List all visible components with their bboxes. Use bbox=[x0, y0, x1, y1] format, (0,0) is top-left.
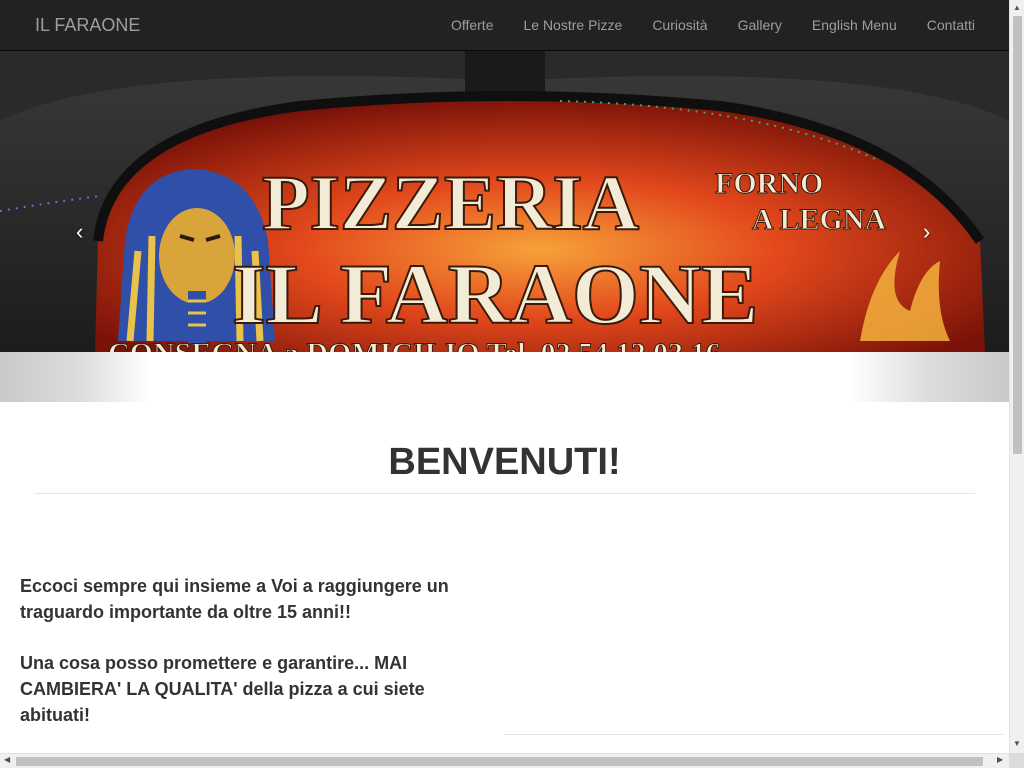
page-title: BENVENUTI! bbox=[388, 441, 621, 483]
vertical-scroll-thumb[interactable] bbox=[1013, 16, 1022, 454]
vertical-scrollbar[interactable]: ▲ ▼ bbox=[1009, 0, 1024, 753]
svg-text:A LEGNA: A LEGNA bbox=[752, 203, 887, 236]
nav-menu: Offerte Le Nostre Pizze Curiosità Galler… bbox=[421, 0, 975, 50]
svg-text:FORNO: FORNO bbox=[715, 167, 823, 200]
nav-item-offerte[interactable]: Offerte bbox=[451, 17, 494, 33]
nav-item-curiosita[interactable]: Curiosità bbox=[652, 17, 707, 33]
navbar: IL FARAONE Offerte Le Nostre Pizze Curio… bbox=[0, 0, 1009, 51]
svg-text:CONSEGNA a DOMICILIO Tel. 0: CONSEGNA a DOMICILIO Tel. 02.54.12.03.16 bbox=[108, 337, 721, 352]
hero-carousel: PIZZERIA FORNO A LEGNA IL FARAONE CONSEG… bbox=[0, 51, 1009, 402]
horizontal-scroll-thumb[interactable] bbox=[16, 757, 983, 766]
svg-text:IL FARAONE: IL FARAONE bbox=[232, 246, 758, 342]
svg-text:PIZZERIA: PIZZERIA bbox=[262, 159, 639, 246]
carousel-prev-button[interactable]: ‹ bbox=[76, 221, 83, 243]
scroll-down-icon[interactable]: ▼ bbox=[1013, 740, 1021, 748]
pizzeria-sign-image: PIZZERIA FORNO A LEGNA IL FARAONE CONSEG… bbox=[0, 51, 1009, 352]
quality-paragraph: Una cosa posso promettere e garantire...… bbox=[20, 653, 425, 725]
scroll-right-icon[interactable]: ▶ bbox=[997, 756, 1003, 764]
brand-link[interactable]: IL FARAONE bbox=[35, 15, 140, 36]
intro-paragraph: Eccoci sempre qui insieme a Voi a raggiu… bbox=[20, 576, 449, 622]
title-divider bbox=[35, 493, 975, 494]
nav-item-gallery[interactable]: Gallery bbox=[738, 17, 782, 33]
right-column-divider bbox=[504, 734, 1004, 735]
scrollbar-corner bbox=[1009, 753, 1024, 768]
carousel-next-button[interactable]: › bbox=[923, 221, 930, 243]
scroll-left-icon[interactable]: ◀ bbox=[4, 756, 10, 764]
nav-item-contatti[interactable]: Contatti bbox=[927, 17, 975, 33]
scroll-up-icon[interactable]: ▲ bbox=[1013, 4, 1021, 12]
nav-item-le-nostre-pizze[interactable]: Le Nostre Pizze bbox=[523, 17, 622, 33]
carousel-caption-band bbox=[0, 352, 1009, 402]
horizontal-scrollbar[interactable]: ◀ ▶ bbox=[0, 753, 1009, 768]
nav-item-english-menu[interactable]: English Menu bbox=[812, 17, 897, 33]
